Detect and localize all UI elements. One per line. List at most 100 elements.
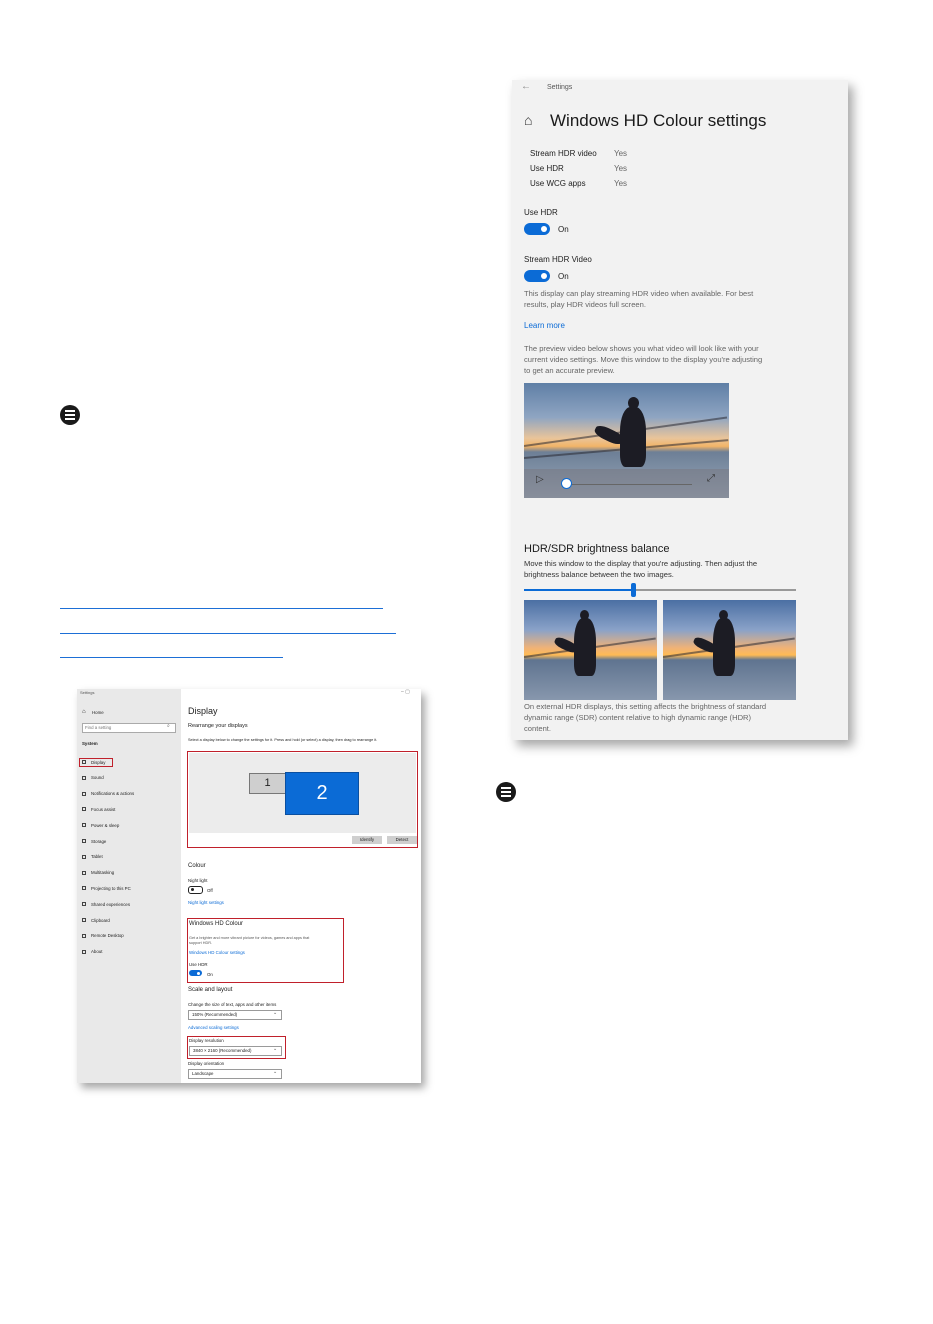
capability-value: Yes <box>614 149 628 158</box>
note-icon <box>496 782 516 802</box>
orientation-label: Display orientation <box>188 1061 225 1066</box>
sidebar-item-display[interactable]: Display <box>91 760 105 765</box>
note-icon <box>60 405 80 425</box>
hd-colour-title: Windows HD Colour <box>189 921 244 927</box>
back-arrow-icon[interactable]: ← <box>521 81 531 92</box>
power-sleep-icon <box>82 823 86 828</box>
hd-colour-settings-link[interactable]: Windows HD Colour settings <box>189 950 245 955</box>
sidebar-item-notifications-actions[interactable]: Notifications & actions <box>91 791 134 796</box>
monitor-2[interactable]: 2 <box>285 772 359 815</box>
sidebar-item-focus-assist[interactable]: Focus assist <box>91 807 115 812</box>
sidebar-item-clipboard[interactable]: Clipboard <box>91 918 110 923</box>
rearrange-desc: Select a display below to change the set… <box>188 738 378 742</box>
resolution-value: 3840 × 2160 (Recommended) <box>193 1048 252 1053</box>
hd-colour-settings-window: ← Settings ⌂ Windows HD Colour settings … <box>512 80 848 740</box>
footer-desc: On external HDR displays, this setting a… <box>524 702 767 711</box>
use-hdr-state: On <box>558 225 569 234</box>
advanced-scaling-link[interactable]: Advanced scaling settings <box>188 1025 239 1030</box>
shared-experiences-icon <box>82 902 86 907</box>
monitor-1[interactable]: 1 <box>249 773 286 794</box>
window-controls[interactable]: – ▢ <box>401 689 410 695</box>
chevron-down-icon: ⌄ <box>273 1069 278 1075</box>
focus-assist-icon <box>82 807 86 812</box>
identify-button-label: Identify <box>359 837 375 842</box>
sidebar-item-power-sleep[interactable]: Power & sleep <box>91 823 119 828</box>
about-icon <box>82 949 86 954</box>
scale-desc: Change the size of text, apps and other … <box>188 1002 277 1007</box>
stream-hdr-desc: This display can play streaming HDR vide… <box>524 289 754 298</box>
use-hdr-toggle[interactable] <box>189 970 202 976</box>
home-icon[interactable]: ⌂ <box>524 112 532 128</box>
monitor-1-label: 1 <box>264 777 271 789</box>
hd-colour-desc: support HDR. <box>189 941 213 945</box>
window-title: Settings <box>547 84 573 91</box>
sidebar-item-projecting-to-this-pc[interactable]: Projecting to this PC <box>91 886 131 891</box>
video-scrubber[interactable] <box>564 484 692 485</box>
balance-title: HDR/SDR brightness balance <box>524 543 670 555</box>
capability-label: Use WCG apps <box>530 179 586 188</box>
notifications-actions-icon <box>82 791 86 796</box>
stream-hdr-toggle[interactable] <box>524 270 550 282</box>
page-title: Display <box>188 706 218 716</box>
stream-hdr-label: Stream HDR Video <box>524 255 592 264</box>
colour-title: Colour <box>188 863 206 869</box>
monitor-2-label: 2 <box>316 782 328 804</box>
sidebar-item-shared-experiences[interactable]: Shared experiences <box>91 902 130 907</box>
search-icon[interactable]: ⌕ <box>167 723 170 729</box>
remote-desktop-icon <box>82 933 86 938</box>
footer-desc: dynamic range (SDR) content relative to … <box>524 713 752 722</box>
window-title: Settings <box>80 690 95 695</box>
sound-icon <box>82 775 86 780</box>
sidebar-home[interactable]: Home <box>92 710 104 715</box>
sidebar-item-sound[interactable]: Sound <box>91 775 104 780</box>
sidebar-item-storage[interactable]: Storage <box>91 839 106 844</box>
sidebar-item-about[interactable]: About <box>91 949 102 954</box>
link-underline-3[interactable] <box>60 657 283 658</box>
sidebar-item-remote-desktop[interactable]: Remote Desktop <box>91 933 124 938</box>
identify-button[interactable]: Identify <box>352 836 382 844</box>
sidebar-item-tablet[interactable]: Tablet <box>91 854 103 859</box>
preview-desc: to get an accurate preview. <box>524 366 615 375</box>
video-scrubber-thumb[interactable] <box>561 478 572 489</box>
use-hdr-label: Use HDR <box>524 208 558 217</box>
chevron-down-icon: ⌄ <box>273 1010 278 1016</box>
balance-slider-thumb[interactable] <box>631 583 636 597</box>
capability-label: Stream HDR video <box>530 149 597 158</box>
search-placeholder: Find a setting <box>85 725 112 730</box>
sidebar-item-multitasking[interactable]: Multitasking <box>91 870 114 875</box>
balance-slider-fill <box>524 589 634 591</box>
link-underline-2[interactable] <box>60 633 396 634</box>
capability-value: Yes <box>614 164 628 173</box>
detect-button-label: Detect <box>395 837 409 842</box>
resolution-label: Display resolution <box>189 1038 224 1043</box>
clipboard-icon <box>82 918 86 922</box>
chevron-down-icon: ⌄ <box>273 1046 278 1052</box>
fullscreen-icon[interactable]: ⤢ <box>707 473 715 484</box>
footer-desc: content. <box>524 724 552 733</box>
capability-label: Use HDR <box>530 164 564 173</box>
link-underline-1[interactable] <box>60 608 383 609</box>
use-hdr-toggle[interactable] <box>524 223 550 235</box>
sdr-preview-image <box>524 600 657 700</box>
night-light-settings-link[interactable]: Night light settings <box>188 900 224 905</box>
learn-more-link[interactable]: Learn more <box>524 321 565 330</box>
preview-desc: The preview video below shows you what v… <box>524 344 759 353</box>
night-light-label: Night light <box>188 878 208 883</box>
use-hdr-state: On <box>207 972 213 977</box>
orientation-value: Landscape <box>192 1071 214 1076</box>
scale-value: 150% (Recommended) <box>192 1012 238 1017</box>
preview-desc: current video settings. Move this window… <box>524 355 763 364</box>
use-hdr-label: Use HDR <box>189 962 208 967</box>
scale-title: Scale and layout <box>188 987 233 993</box>
page-title: Windows HD Colour settings <box>550 111 767 130</box>
projecting-to-this-pc-icon <box>82 886 86 891</box>
display-icon <box>82 760 86 764</box>
play-icon[interactable]: ▷ <box>536 474 544 485</box>
storage-icon <box>82 839 86 843</box>
home-icon[interactable]: ⌂ <box>82 709 86 715</box>
balance-desc: Move this window to the display that you… <box>524 559 758 568</box>
capability-value: Yes <box>614 179 628 188</box>
preview-video[interactable] <box>524 383 729 498</box>
detect-button[interactable]: Detect <box>387 836 417 844</box>
hd-colour-desc: Get a brighter and more vibrant picture … <box>189 936 310 940</box>
